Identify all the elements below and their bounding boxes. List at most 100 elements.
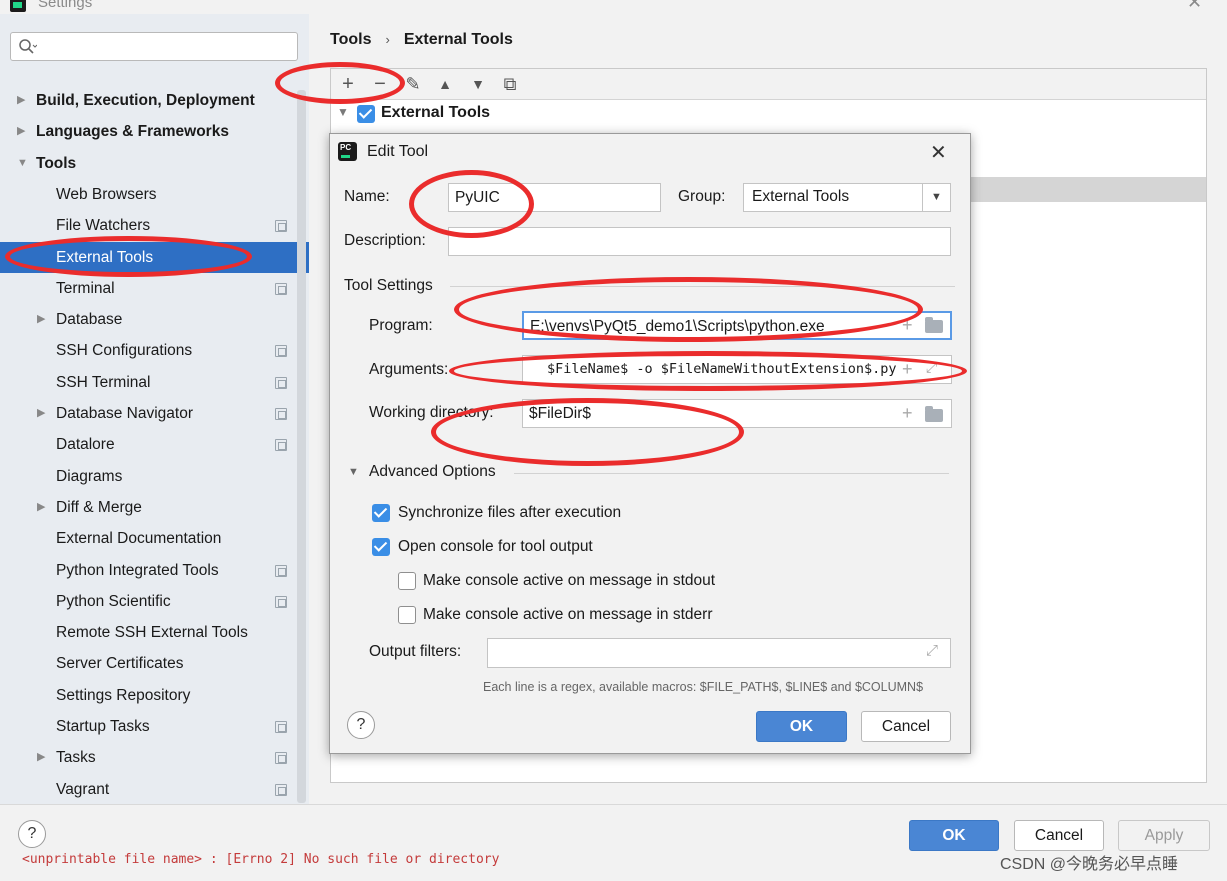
sidebar-item-label: Python Scientific bbox=[56, 592, 171, 610]
sidebar-item[interactable]: File Watchers bbox=[0, 210, 309, 241]
program-field[interactable]: E:\venvs\PyQt5_demo1\Scripts\python.exe bbox=[522, 311, 952, 340]
dialog-ok-button[interactable]: OK bbox=[756, 711, 847, 742]
selected-tool-row[interactable] bbox=[970, 177, 1206, 202]
sidebar-item-label: Web Browsers bbox=[56, 185, 157, 203]
expand-icon[interactable]: ⤢ bbox=[926, 359, 937, 376]
project-settings-icon bbox=[275, 376, 287, 389]
settings-ok-button[interactable]: OK bbox=[909, 820, 999, 851]
move-down-button[interactable]: ▼ bbox=[464, 70, 492, 98]
sidebar-item[interactable]: Settings Repository bbox=[0, 680, 309, 711]
sidebar-item-label: Python Integrated Tools bbox=[56, 561, 219, 579]
expand-icon[interactable]: ⤢ bbox=[926, 642, 938, 659]
sidebar-item-label: External Documentation bbox=[56, 530, 222, 548]
chevron-right-icon[interactable]: ▶ bbox=[37, 304, 45, 335]
sidebar-item-label: Database Navigator bbox=[56, 405, 193, 422]
sidebar-item[interactable]: SSH Configurations bbox=[0, 335, 309, 366]
group-combo[interactable]: External Tools bbox=[743, 183, 951, 212]
settings-apply-button[interactable]: Apply bbox=[1118, 820, 1210, 851]
macros-hint: Each line is a regex, available macros: … bbox=[483, 680, 924, 694]
sidebar-item-label: Datalore bbox=[56, 436, 115, 454]
dialog-close-icon[interactable]: ✕ bbox=[930, 140, 947, 165]
sidebar-item[interactable]: Python Scientific bbox=[0, 586, 309, 617]
sidebar-item[interactable]: ▶ Languages & Frameworks bbox=[0, 116, 309, 147]
console-stdout-checkbox[interactable] bbox=[398, 572, 416, 590]
sidebar-item[interactable]: Vagrant bbox=[0, 774, 309, 805]
sidebar-item[interactable]: Remote SSH External Tools bbox=[0, 617, 309, 648]
chevron-right-icon[interactable]: ▶ bbox=[37, 398, 45, 429]
dialog-cancel-button[interactable]: Cancel bbox=[861, 711, 951, 742]
breadcrumb: Tools › External Tools bbox=[330, 31, 513, 49]
tree-group-label[interactable]: External Tools bbox=[381, 104, 490, 122]
edit-tool-button[interactable]: ✎ bbox=[399, 70, 427, 98]
sidebar-item[interactable]: Web Browsers bbox=[0, 179, 309, 210]
remove-tool-button[interactable]: − bbox=[366, 70, 394, 98]
add-tool-button[interactable]: + bbox=[334, 70, 362, 98]
console-stdout-label[interactable]: Make console active on message in stdout bbox=[423, 572, 715, 590]
project-settings-icon bbox=[275, 439, 287, 452]
app-logo-icon bbox=[10, 0, 26, 12]
copy-tool-button[interactable]: ⧉ bbox=[496, 70, 524, 98]
advanced-collapse-icon[interactable]: ▼ bbox=[348, 466, 359, 478]
group-combo-value: External Tools bbox=[752, 188, 850, 205]
chevron-right-icon[interactable]: ▶ bbox=[17, 116, 25, 147]
sidebar-scrollbar[interactable] bbox=[297, 90, 306, 803]
tree-collapse-arrow-icon[interactable]: ▼ bbox=[337, 105, 349, 119]
insert-macro-icon[interactable]: + bbox=[902, 359, 913, 380]
sidebar-item-label: Diagrams bbox=[56, 467, 123, 485]
sidebar-item[interactable]: Terminal bbox=[0, 273, 309, 304]
sidebar-item[interactable]: External Documentation bbox=[0, 523, 309, 554]
open-console-checkbox[interactable] bbox=[372, 538, 390, 556]
chevron-down-icon[interactable]: ▼ bbox=[17, 148, 28, 179]
settings-help-button[interactable]: ? bbox=[18, 820, 46, 848]
sidebar-item[interactable]: Server Certificates bbox=[0, 648, 309, 679]
advanced-options-heading[interactable]: Advanced Options bbox=[369, 463, 496, 481]
sidebar-item[interactable]: ▼ Tools bbox=[0, 148, 309, 179]
project-settings-icon bbox=[275, 345, 287, 358]
group-enabled-checkbox[interactable] bbox=[357, 105, 375, 123]
insert-macro-icon[interactable]: + bbox=[902, 315, 913, 336]
arguments-field[interactable]: $FileName$ -o $FileNameWithoutExtension$… bbox=[522, 355, 952, 384]
project-settings-icon bbox=[275, 408, 287, 420]
folder-icon[interactable] bbox=[925, 317, 943, 333]
sidebar-item[interactable]: ▶ Build, Execution, Deployment bbox=[0, 85, 309, 116]
settings-cancel-button[interactable]: Cancel bbox=[1014, 820, 1104, 851]
sidebar-item[interactable]: ▶ Database Navigator bbox=[0, 398, 309, 429]
move-up-button[interactable]: ▲ bbox=[431, 70, 459, 98]
search-icon bbox=[19, 39, 37, 54]
name-field[interactable]: PyUIC bbox=[448, 183, 661, 212]
folder-icon[interactable] bbox=[925, 406, 943, 422]
sidebar-item-label: File Watchers bbox=[56, 217, 151, 235]
insert-macro-icon[interactable]: + bbox=[902, 403, 913, 424]
sidebar-item[interactable]: SSH Terminal bbox=[0, 367, 309, 398]
tool-settings-divider bbox=[450, 286, 955, 287]
chevron-down-icon[interactable]: ▼ bbox=[922, 184, 950, 211]
sidebar-item[interactable]: External Tools bbox=[0, 241, 309, 273]
breadcrumb-separator: › bbox=[385, 32, 390, 47]
working-directory-field[interactable]: $FileDir$ bbox=[522, 399, 952, 428]
settings-search-input[interactable] bbox=[10, 32, 298, 61]
sidebar-item[interactable]: Startup Tasks bbox=[0, 711, 309, 742]
breadcrumb-parent[interactable]: Tools bbox=[330, 31, 371, 48]
sidebar-item[interactable]: Datalore bbox=[0, 429, 309, 460]
window-close-icon[interactable]: ✕ bbox=[1187, 0, 1202, 13]
sidebar-item-label: Tasks bbox=[56, 749, 96, 767]
sidebar-item[interactable]: Diagrams bbox=[0, 461, 309, 492]
sync-files-checkbox[interactable] bbox=[372, 504, 390, 522]
dialog-help-button[interactable]: ? bbox=[347, 711, 375, 739]
sidebar-item[interactable]: ▶ Tasks bbox=[0, 742, 309, 773]
sidebar-item-label: Tools bbox=[36, 154, 77, 172]
chevron-right-icon[interactable]: ▶ bbox=[37, 492, 45, 523]
sidebar-item[interactable]: ▶ Database bbox=[0, 304, 309, 335]
console-stderr-label[interactable]: Make console active on message in stderr bbox=[423, 606, 712, 624]
output-filters-label: Output filters: bbox=[369, 643, 462, 660]
sidebar-item[interactable]: ▶ Diff & Merge bbox=[0, 492, 309, 523]
chevron-right-icon[interactable]: ▶ bbox=[37, 742, 45, 773]
sync-files-label[interactable]: Synchronize files after execution bbox=[398, 504, 621, 522]
description-field[interactable] bbox=[448, 227, 951, 256]
output-filters-field[interactable] bbox=[487, 638, 951, 668]
pycharm-logo-icon bbox=[338, 142, 357, 161]
sidebar-item[interactable]: Python Integrated Tools bbox=[0, 555, 309, 586]
chevron-right-icon[interactable]: ▶ bbox=[17, 85, 25, 116]
open-console-label[interactable]: Open console for tool output bbox=[398, 538, 593, 556]
console-stderr-checkbox[interactable] bbox=[398, 606, 416, 624]
